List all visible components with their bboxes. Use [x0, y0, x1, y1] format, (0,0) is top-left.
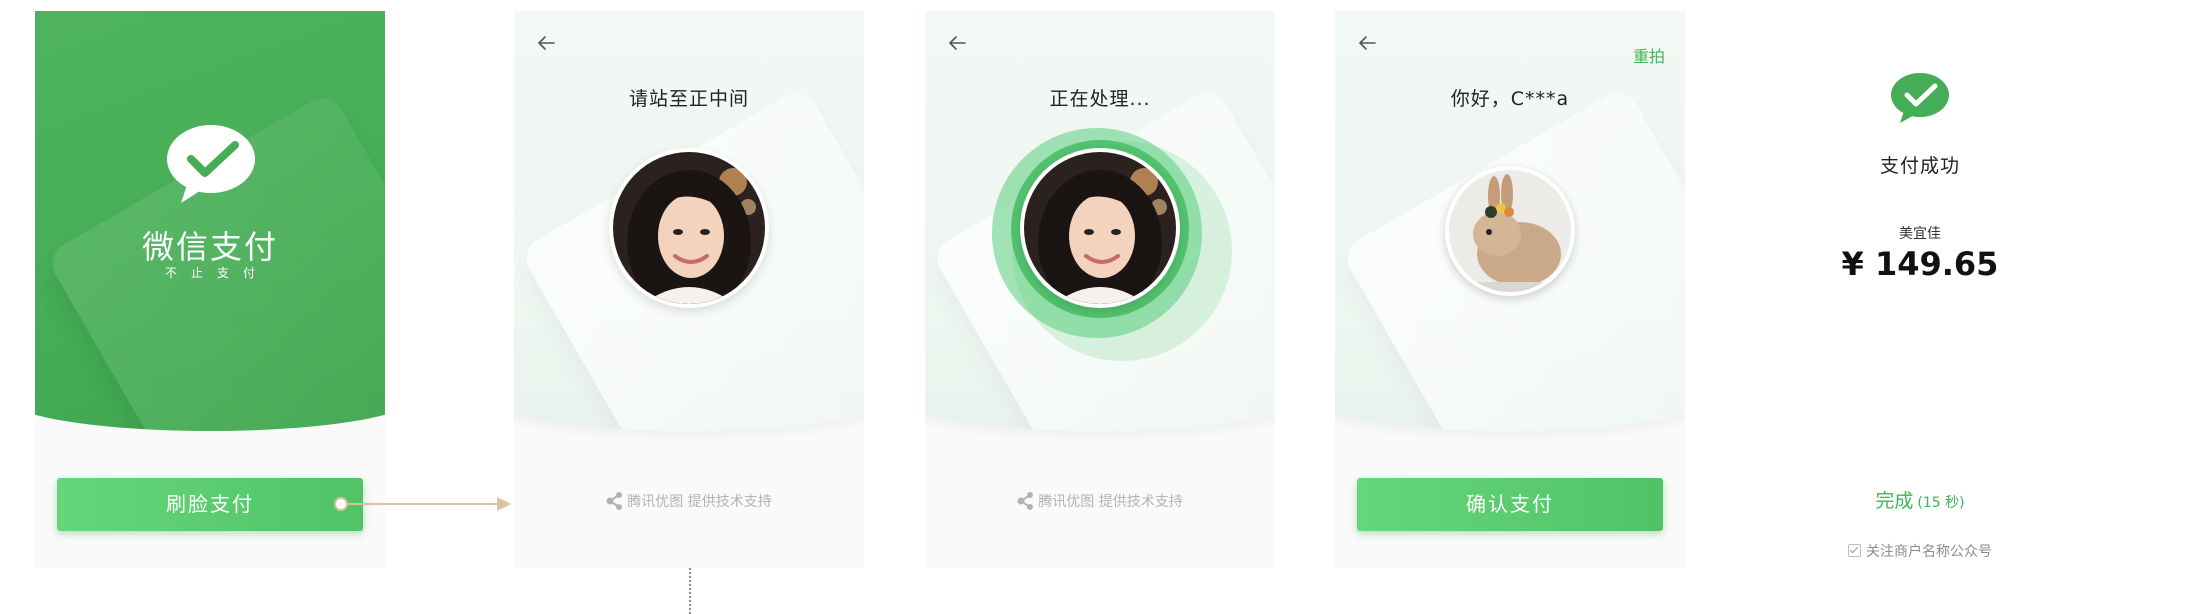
capture-screen: 请站至正中间 腾讯优图 提供技术支持	[514, 11, 864, 568]
checkbox-icon[interactable]	[1848, 544, 1861, 557]
guide-line	[689, 568, 691, 614]
back-arrow-icon[interactable]	[1355, 31, 1379, 55]
payment-amount: ¥ 149.65	[1841, 245, 1999, 283]
tech-support-label: 腾讯优图 提供技术支持	[514, 491, 864, 511]
welcome-screen: 微信支付 不止支付 刷脸支付	[35, 11, 385, 568]
merchant-name: 美宜佳	[1899, 226, 1941, 242]
processing-screen: 正在处理... 腾讯优图 提供技术支持	[925, 11, 1275, 568]
payment-status: 支付成功	[1879, 155, 1960, 177]
confirm-pay-button[interactable]: 确认支付	[1357, 478, 1663, 531]
brand-title: 微信支付	[141, 228, 278, 266]
youtu-logo-icon	[606, 492, 623, 510]
header-panel	[35, 11, 385, 431]
follow-checkbox[interactable]: 关注商户名称公众号	[1745, 541, 2095, 561]
wechat-pay-logo-icon	[1891, 73, 1949, 123]
avatar-photo	[1449, 170, 1571, 292]
back-arrow-icon[interactable]	[945, 31, 969, 55]
face-avatar	[609, 148, 769, 308]
retake-button[interactable]: 重拍	[1633, 43, 1665, 67]
youtu-logo-icon	[1017, 492, 1034, 510]
processing-title: 正在处理...	[1049, 88, 1151, 110]
wechat-pay-logo-icon	[167, 125, 255, 203]
face-avatar	[1020, 148, 1180, 308]
brand-slogan: 不止支付	[164, 266, 269, 280]
tech-support-label: 腾讯优图 提供技术支持	[925, 491, 1275, 511]
countdown: (15 秒)	[1917, 495, 1965, 511]
flow-arrow-icon	[334, 497, 511, 511]
instruction-title: 请站至正中间	[628, 88, 749, 110]
face-pay-button[interactable]: 刷脸支付	[57, 478, 363, 531]
confirm-screen: 重拍 你好，C***a 确认支付	[1335, 11, 1685, 568]
done-button[interactable]: 完成 (15 秒)	[1745, 486, 2095, 513]
success-screen: 支付成功 美宜佳 ¥ 149.65 完成 (15 秒) 关注商户名称公众号	[1745, 11, 2095, 568]
face-photo	[613, 152, 765, 304]
back-arrow-icon[interactable]	[534, 31, 558, 55]
greeting-title: 你好，C***a	[1450, 88, 1570, 110]
face-photo	[1024, 152, 1176, 304]
user-avatar	[1445, 166, 1575, 296]
